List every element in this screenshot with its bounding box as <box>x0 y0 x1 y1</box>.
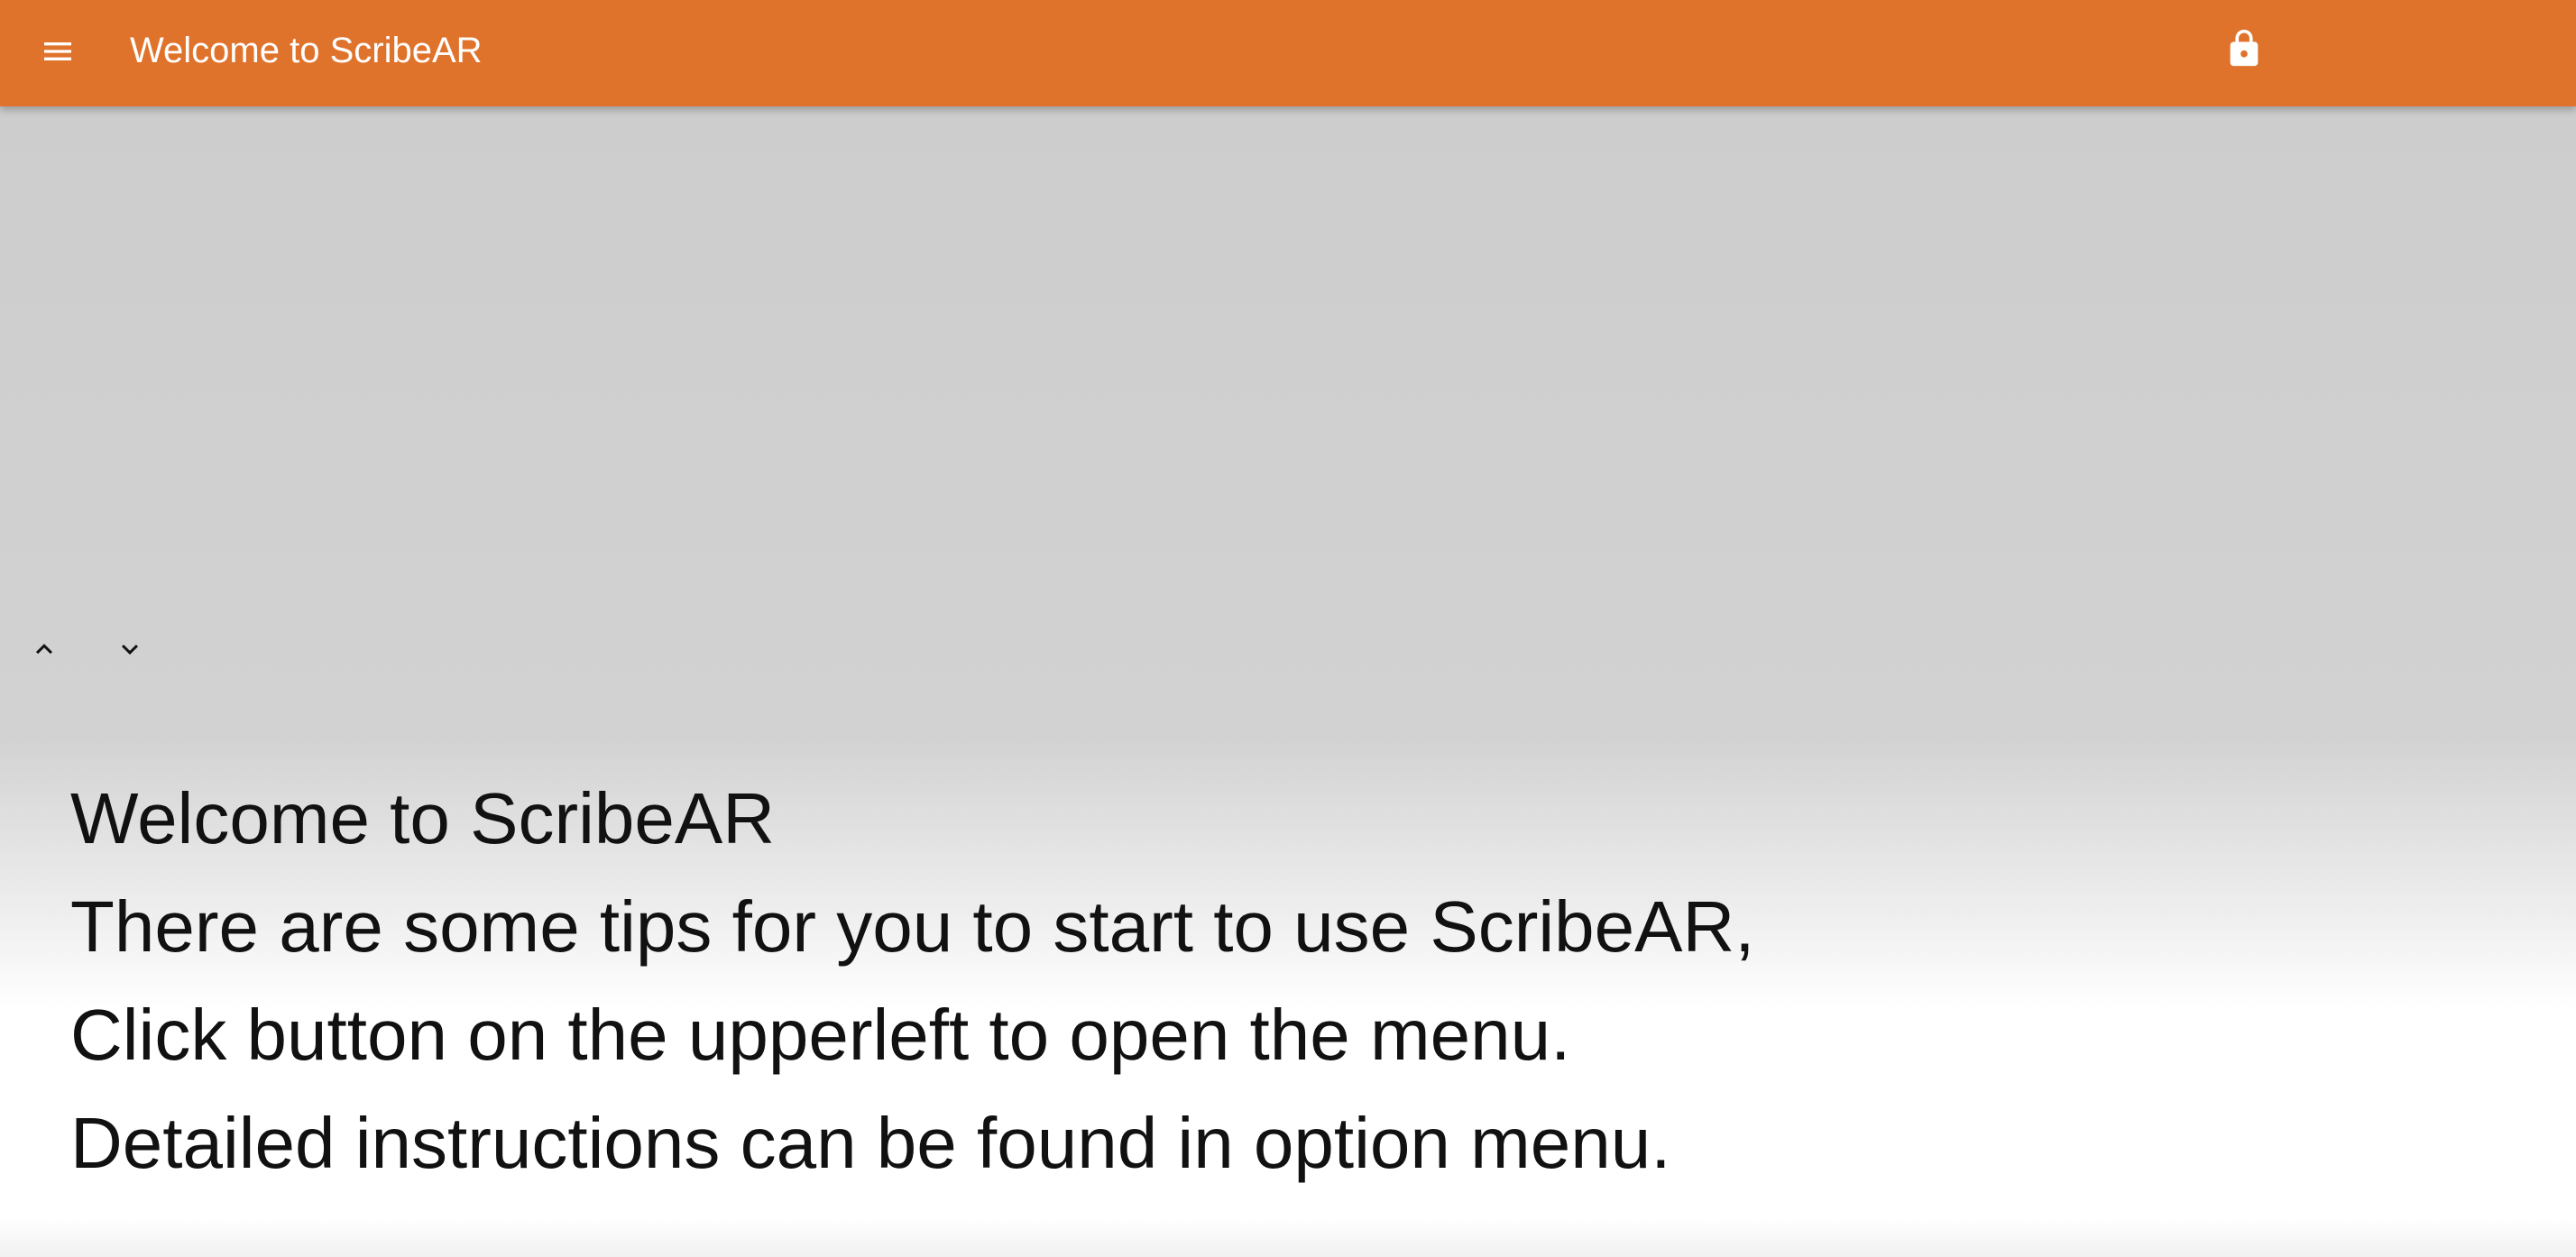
caption-line: There are some tips for you to start to … <box>70 886 1755 967</box>
menu-button[interactable] <box>34 28 81 75</box>
app-bar: Welcome to ScribeAR <box>0 0 2576 106</box>
lock-button[interactable] <box>2221 25 2268 72</box>
lock-icon <box>2230 29 2259 67</box>
scroll-up-button[interactable] <box>24 629 64 669</box>
bottom-shadow <box>0 1219 2576 1257</box>
caption-line: Welcome to ScribeAR <box>70 778 776 858</box>
scroll-down-button[interactable] <box>110 629 150 669</box>
hamburger-menu-icon <box>44 42 71 60</box>
app-title: Welcome to ScribeAR <box>130 31 483 70</box>
caption-area: Welcome to ScribeAR There are some tips … <box>70 765 1754 1197</box>
caption-line: Detailed instructions can be found in op… <box>70 1103 1671 1183</box>
chevron-up-icon <box>36 644 52 655</box>
chevron-down-icon <box>122 644 138 655</box>
caption-line: Click button on the upperleft to open th… <box>70 995 1571 1075</box>
